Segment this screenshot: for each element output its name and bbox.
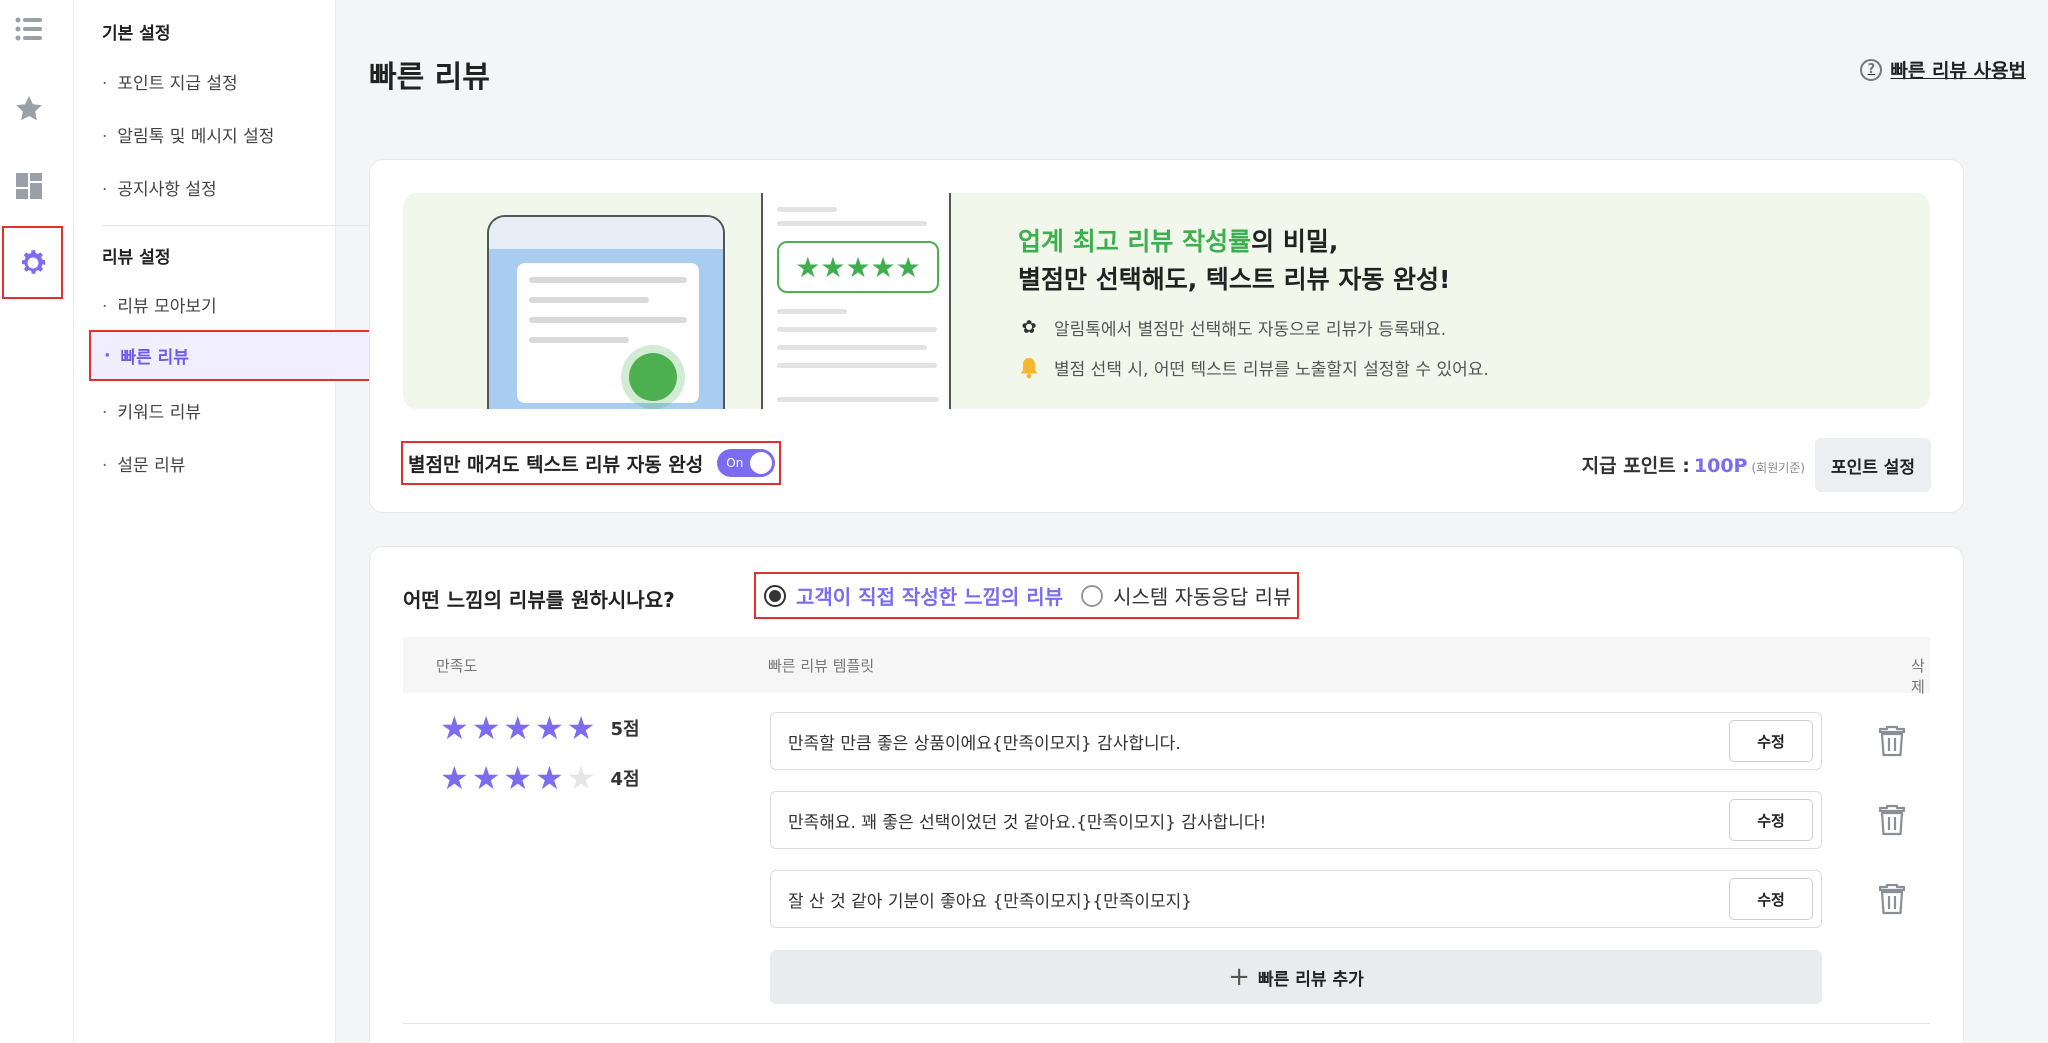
list-icon[interactable] xyxy=(0,0,58,58)
point-settings-button[interactable]: 포인트 설정 xyxy=(1815,438,1931,492)
auto-complete-toggle-row: 별점만 매겨도 텍스트 리뷰 자동 완성 On xyxy=(401,441,782,485)
trash-icon[interactable] xyxy=(1878,804,1906,836)
template-row: 만족할 만큼 좋은 상품이에요{만족이모지} 감사합니다. 수정 xyxy=(770,712,1822,770)
star-filled-icon: ★ xyxy=(471,759,501,797)
flower-icon: ✿ xyxy=(1021,317,1037,338)
header-delete: 삭제 xyxy=(1911,657,1925,696)
toggle-knob xyxy=(750,452,773,474)
review-type-radio-group: 고객이 직접 작성한 느낌의 리뷰 시스템 자동응답 리뷰 xyxy=(754,572,1299,619)
toggle-state-label: On xyxy=(726,456,744,470)
plus-icon: + xyxy=(1228,962,1251,992)
banner-headline-line2: 별점만 선택해도, 텍스트 리뷰 자동 완성! xyxy=(1018,265,1451,294)
template-row: 만족해요. 꽤 좋은 선택이었던 것 같아요.{만족이모지} 감사합니다! 수정 xyxy=(770,791,1822,849)
review-template-card: 어떤 느낌의 리뷰를 원하시나요? 고객이 직접 작성한 느낌의 리뷰 시스템 … xyxy=(369,546,1964,1043)
sidebar-item-keyword-review[interactable]: 키워드 리뷰 xyxy=(102,398,201,423)
edit-button[interactable]: 수정 xyxy=(1729,799,1813,841)
template-row: 잘 산 것 같아 기분이 좋아요 {만족이모지}{만족이모지} 수정 xyxy=(770,870,1822,928)
banner-bullet-2-text: 별점 선택 시, 어떤 텍스트 리뷰를 노출할지 설정할 수 있어요. xyxy=(1054,360,1489,380)
add-quick-review-label: 빠른 리뷰 추가 xyxy=(1258,969,1364,990)
radio-option-customer-label: 고객이 직접 작성한 느낌의 리뷰 xyxy=(796,585,1064,609)
bell-icon xyxy=(1018,357,1040,379)
sidebar-item-review-collection[interactable]: 리뷰 모아보기 xyxy=(102,292,216,317)
trash-icon[interactable] xyxy=(1878,883,1906,915)
dashboard-icon[interactable] xyxy=(0,157,58,215)
rating-score-label: 5점 xyxy=(610,719,640,740)
sidebar-item-notice-settings[interactable]: 공지사항 설정 xyxy=(102,175,216,200)
submenu-divider xyxy=(102,225,394,226)
sidebar-item-survey-review[interactable]: 설문 리뷰 xyxy=(102,451,185,476)
banner-bullet-1-text: 알림톡에서 별점만 선택해도 자동으로 리뷰가 등록돼요. xyxy=(1054,320,1447,340)
icon-rail xyxy=(0,0,74,1043)
radio-unchecked-icon xyxy=(1081,584,1104,607)
promo-banner: ★★★★★ 업계 최고 리뷰 작성률의 비밀, 별점만 선택해도, 텍스트 리뷰… xyxy=(403,193,1930,409)
help-link[interactable]: ? 빠른 리뷰 사용법 xyxy=(1860,56,2026,83)
star-filled-icon: ★ xyxy=(440,709,469,747)
points-label: 지급 포인트 : xyxy=(1581,455,1690,477)
auto-complete-toggle[interactable]: On xyxy=(717,449,776,477)
header-satisfaction: 만족도 xyxy=(436,657,478,675)
question-circle-icon: ? xyxy=(1860,58,1883,81)
radio-checked-icon xyxy=(764,584,786,607)
mockup-stars: ★★★★★ xyxy=(777,241,939,293)
star-filled-icon: ★ xyxy=(440,759,469,797)
table-bottom-divider xyxy=(403,1023,1930,1024)
template-text: 만족해요. 꽤 좋은 선택이었던 것 같아요.{만족이모지} 감사합니다! xyxy=(788,812,1267,833)
review-type-question: 어떤 느낌의 리뷰를 원하시나요? xyxy=(403,588,675,612)
star-filled-icon: ★ xyxy=(566,709,596,747)
trash-icon[interactable] xyxy=(1878,725,1906,757)
banner-headline-rest: 의 비밀, xyxy=(1251,227,1339,256)
header-template: 빠른 리뷰 템플릿 xyxy=(768,657,875,675)
banner-headline: 업계 최고 리뷰 작성률의 비밀, 별점만 선택해도, 텍스트 리뷰 자동 완성… xyxy=(1018,223,1450,299)
rating-5-stars[interactable]: ★ ★ ★ ★ ★ 5점 xyxy=(440,712,640,744)
sidebar-item-quick-review[interactable]: 빠른 리뷰 xyxy=(89,330,394,381)
radio-option-customer[interactable]: 고객이 직접 작성한 느낌의 리뷰 xyxy=(764,581,1063,610)
points-note: (회원기준) xyxy=(1751,461,1805,475)
radio-option-system[interactable]: 시스템 자동응답 리뷰 xyxy=(1081,581,1291,610)
tap-indicator-icon xyxy=(629,353,677,401)
auto-complete-card: ★★★★★ 업계 최고 리뷰 작성률의 비밀, 별점만 선택해도, 텍스트 리뷰… xyxy=(369,159,1964,513)
template-text: 잘 산 것 같아 기분이 좋아요 {만족이모지}{만족이모지} xyxy=(788,891,1193,912)
sidebar-item-message-settings[interactable]: 알림톡 및 메시지 설정 xyxy=(102,122,274,147)
star-filled-icon: ★ xyxy=(503,759,533,797)
points-value: 100P xyxy=(1693,455,1748,477)
page-title: 빠른 리뷰 xyxy=(369,60,490,95)
star-filled-icon: ★ xyxy=(471,709,501,747)
star-empty-icon: ★ xyxy=(566,759,596,797)
star-filled-icon: ★ xyxy=(503,709,533,747)
banner-bullet-2: 별점 선택 시, 어떤 텍스트 리뷰를 노출할지 설정할 수 있어요. xyxy=(1018,355,1489,380)
template-text: 만족할 만큼 좋은 상품이에요{만족이모지} 감사합니다. xyxy=(788,733,1181,754)
sidebar-item-point-settings[interactable]: 포인트 지급 설정 xyxy=(102,69,237,94)
star-filled-icon: ★ xyxy=(535,709,564,747)
gear-icon[interactable] xyxy=(2,226,63,299)
radio-option-system-label: 시스템 자동응답 리뷰 xyxy=(1113,585,1292,609)
edit-button[interactable]: 수정 xyxy=(1729,878,1813,920)
edit-button[interactable]: 수정 xyxy=(1729,720,1813,762)
star-icon[interactable] xyxy=(0,80,58,138)
review-settings-heading: 리뷰 설정 xyxy=(102,248,171,268)
rating-score-label: 4점 xyxy=(610,769,640,790)
table-header: 만족도 빠른 리뷰 템플릿 삭제 xyxy=(403,637,1930,696)
add-quick-review-button[interactable]: + 빠른 리뷰 추가 xyxy=(770,950,1822,1004)
banner-bullet-1: ✿ 알림톡에서 별점만 선택해도 자동으로 리뷰가 등록돼요. xyxy=(1018,315,1446,340)
basic-settings-heading: 기본 설정 xyxy=(102,24,171,44)
help-link-label: 빠른 리뷰 사용법 xyxy=(1890,60,2026,82)
phone-mockup-image xyxy=(487,215,725,409)
settings-submenu: 기본 설정 포인트 지급 설정 알림톡 및 메시지 설정 공지사항 설정 리뷰 … xyxy=(74,0,394,1043)
rating-4-stars[interactable]: ★ ★ ★ ★ ★ 4점 xyxy=(440,762,640,794)
banner-headline-highlight: 업계 최고 리뷰 작성률 xyxy=(1018,227,1252,256)
star-filled-icon: ★ xyxy=(535,759,564,797)
auto-complete-label: 별점만 매겨도 텍스트 리뷰 자동 완성 xyxy=(408,453,704,476)
review-screen-mockup-image: ★★★★★ xyxy=(761,193,951,409)
points-info: 지급 포인트 : 100P (회원기준) xyxy=(1582,451,1805,478)
